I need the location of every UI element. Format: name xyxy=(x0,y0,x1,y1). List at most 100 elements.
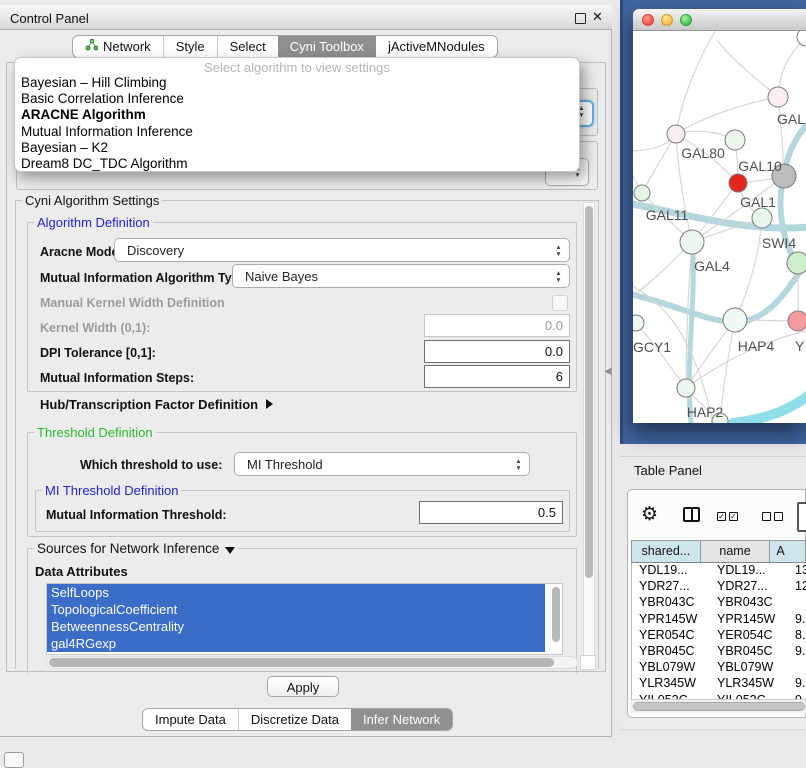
control-panel-titlebar[interactable] xyxy=(0,5,612,30)
algorithm-option-5[interactable]: Dream8 DC_TDC Algorithm xyxy=(15,156,579,172)
attribute-item-2[interactable]: BetweennessCentrality xyxy=(47,618,545,635)
table-row[interactable]: YLR345WYLR345W9. xyxy=(632,676,806,692)
minimize-traffic-light-icon[interactable] xyxy=(661,14,673,26)
network-node-gal11[interactable] xyxy=(634,185,650,201)
network-node[interactable] xyxy=(768,87,788,107)
mi-threshold-value: 0.5 xyxy=(538,505,556,520)
select-all-checkbox-icon[interactable]: ✓ xyxy=(717,512,726,521)
network-edge[interactable] xyxy=(636,323,686,388)
table-header-row: shared... name A xyxy=(631,540,806,563)
algorithm-option-0[interactable]: Bayesian – Hill Climbing xyxy=(15,75,579,91)
close-traffic-light-icon[interactable] xyxy=(642,14,654,26)
network-edge[interactable] xyxy=(733,395,806,423)
column-header-name[interactable]: name xyxy=(701,541,771,562)
algorithm-option-1[interactable]: Basic Correlation Inference xyxy=(15,91,579,107)
control-panel-title: Control Panel xyxy=(10,11,89,26)
network-canvas[interactable]: GALGAL80GAL10GAL1GAL11SWI4GAL4GCY1HAP4YH… xyxy=(633,31,806,423)
settings-vertical-scrollbar[interactable] xyxy=(583,202,595,668)
algorithm-option-4[interactable]: Bayesian – K2 xyxy=(15,140,579,156)
tab-impute-data[interactable]: Impute Data xyxy=(143,709,238,730)
network-edge[interactable] xyxy=(676,97,778,134)
close-icon[interactable]: ✕ xyxy=(592,9,603,25)
attribute-item-1[interactable]: TopologicalCoefficient xyxy=(47,601,545,618)
sources-group-title[interactable]: Sources for Network Inference xyxy=(34,541,238,556)
columns-icon[interactable] xyxy=(683,507,700,522)
manual-kernel-width-checkbox[interactable] xyxy=(552,295,568,311)
table-row[interactable]: YER054CYER054C8. xyxy=(632,628,806,644)
float-window-icon[interactable] xyxy=(575,13,586,24)
table-row[interactable]: YPR145WYPR145W9. xyxy=(632,612,806,628)
scrollbar-thumb[interactable] xyxy=(49,658,554,667)
function-builder-icon[interactable] xyxy=(797,502,806,532)
tab-select[interactable]: Select xyxy=(217,36,278,57)
which-threshold-label: Which threshold to use: xyxy=(80,458,222,472)
network-node-gal10[interactable] xyxy=(725,130,745,150)
network-node-gal80[interactable] xyxy=(667,125,685,143)
scrollbar-thumb[interactable] xyxy=(552,587,560,642)
which-threshold-combobox[interactable]: MI Threshold ▲▼ xyxy=(234,452,530,476)
node-label-gal1: GAL1 xyxy=(740,194,776,210)
data-attributes-list[interactable]: SelfLoopsTopologicalCoefficientBetweenne… xyxy=(46,583,563,655)
table-row[interactable]: YDL19...YDL19...13 xyxy=(632,563,806,579)
network-edge[interactable] xyxy=(633,131,642,193)
table-cell: 9. xyxy=(795,676,806,690)
mi-threshold-field[interactable]: 0.5 xyxy=(419,501,563,524)
kernel-width-field[interactable]: 0.0 xyxy=(424,314,570,337)
mi-algorithm-type-combobox[interactable]: Naive Bayes ▲▼ xyxy=(232,264,570,288)
algorithm-option-2[interactable]: ARACNE Algorithm xyxy=(15,107,579,123)
kernel-width-value: 0.0 xyxy=(545,318,563,333)
dpi-tolerance-field[interactable]: 0.0 xyxy=(424,340,570,363)
network-node[interactable] xyxy=(797,31,806,46)
mi-steps-value: 6 xyxy=(556,369,563,384)
table-cell: 8. xyxy=(795,628,806,642)
tab-cyni-toolbox[interactable]: Cyni Toolbox xyxy=(278,36,376,57)
apply-button[interactable]: Apply xyxy=(267,676,339,697)
deselect-all-checkbox-icon[interactable] xyxy=(762,512,771,521)
network-node-hap2[interactable] xyxy=(677,379,695,397)
docked-panel-icon[interactable] xyxy=(4,752,24,768)
hub-definition-toggle[interactable]: Hub/Transcription Factor Definition xyxy=(40,397,273,412)
column-header-partial[interactable]: A xyxy=(770,541,806,562)
tab-infer-network[interactable]: Infer Network xyxy=(351,709,452,730)
gear-icon[interactable]: ⚙ xyxy=(641,503,658,526)
table-row[interactable]: YBR043CYBR043C xyxy=(632,595,806,611)
table-row[interactable]: YBR045CYBR045C9. xyxy=(632,644,806,660)
network-edge[interactable] xyxy=(718,41,778,97)
network-node-hap4[interactable] xyxy=(723,308,747,332)
network-edge[interactable] xyxy=(735,218,762,320)
expand-right-icon xyxy=(266,399,273,409)
scrollbar-thumb[interactable] xyxy=(585,206,593,578)
split-collapse-icon[interactable]: ◀ xyxy=(604,366,612,377)
network-node-swi4[interactable] xyxy=(752,208,772,228)
table-row[interactable]: YBL079WYBL079W xyxy=(632,660,806,676)
network-edge[interactable] xyxy=(642,134,676,193)
attribute-item-3[interactable]: gal4RGexp xyxy=(47,635,545,652)
network-node-gal1[interactable] xyxy=(729,174,747,192)
screen: { "control_panel": { "title": "Control P… xyxy=(0,0,806,762)
node-label-gal11: GAL11 xyxy=(646,207,689,223)
select-all-checkbox-icon[interactable]: ✓ xyxy=(729,512,738,521)
zoom-traffic-light-icon[interactable] xyxy=(680,14,692,26)
network-edge[interactable] xyxy=(676,31,718,134)
deselect-all-checkbox-icon[interactable] xyxy=(774,512,783,521)
tab-jactivemnodules[interactable]: jActiveMNodules xyxy=(376,36,497,57)
stepper-arrows-icon: ▲▼ xyxy=(554,270,563,284)
tab-style[interactable]: Style xyxy=(163,36,217,57)
scrollbar-thumb[interactable] xyxy=(633,702,805,711)
tab-discretize-data[interactable]: Discretize Data xyxy=(238,709,351,730)
network-window-titlebar[interactable] xyxy=(633,9,806,31)
attributes-horizontal-scrollbar[interactable] xyxy=(46,656,578,669)
table-horizontal-scrollbar[interactable] xyxy=(630,699,806,713)
attribute-item-0[interactable]: SelfLoops xyxy=(47,584,545,601)
aracne-mode-combobox[interactable]: Discovery ▲▼ xyxy=(114,238,570,262)
algorithm-option-3[interactable]: Mutual Information Inference xyxy=(15,124,579,140)
network-node-gal4[interactable] xyxy=(680,230,704,254)
sources-title-text: Sources for Network Inference xyxy=(37,541,219,556)
table-row[interactable]: YDR27...YDR27...12 xyxy=(632,579,806,595)
mi-steps-field[interactable]: 6 xyxy=(424,365,570,388)
tab-network[interactable]: Network xyxy=(73,36,163,57)
network-node[interactable] xyxy=(787,252,806,274)
network-node-y[interactable] xyxy=(788,311,806,331)
network-node-gcy1[interactable] xyxy=(633,315,644,331)
column-header-shared-name[interactable]: shared... xyxy=(632,541,701,562)
